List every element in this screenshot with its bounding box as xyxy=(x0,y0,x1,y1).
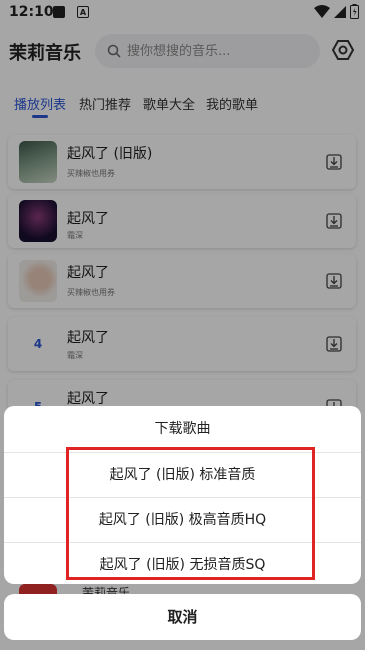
cancel-card: 取消 xyxy=(4,594,361,640)
sheet-title: 下载歌曲 xyxy=(4,406,361,453)
highlight-box xyxy=(66,447,315,580)
cancel-button[interactable]: 取消 xyxy=(4,594,361,640)
